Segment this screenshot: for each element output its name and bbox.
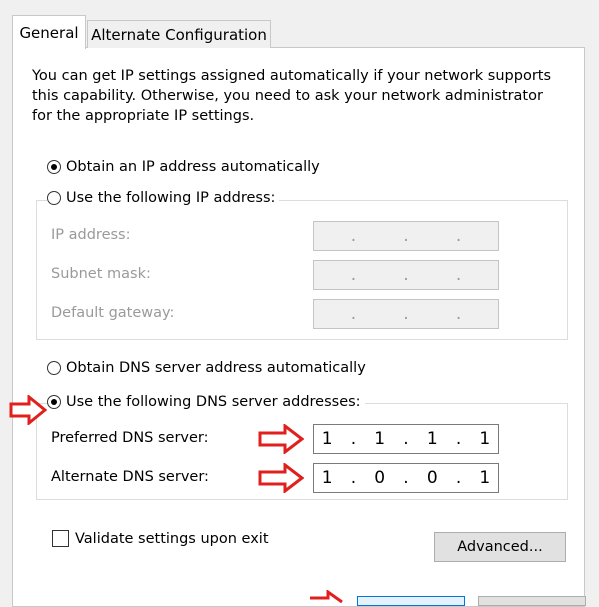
default-gateway-input[interactable]: . . . — [313, 299, 499, 329]
octet-separator: . — [350, 468, 357, 488]
octet-separator: . — [455, 226, 462, 246]
advanced-button[interactable]: Advanced... — [434, 532, 566, 562]
description-text: You can get IP settings assigned automat… — [32, 68, 552, 124]
octet-separator: . — [455, 265, 462, 285]
annotation-arrow-icon — [258, 463, 304, 493]
radio-label: Obtain an IP address automatically — [66, 159, 320, 175]
octet: 1 — [321, 468, 333, 488]
octet: 0 — [426, 468, 438, 488]
octet-separator: . — [403, 265, 409, 285]
checkbox-indicator — [52, 530, 69, 547]
annotation-arrow-icon — [258, 424, 304, 454]
radio-label: Obtain DNS server address automatically — [66, 360, 366, 376]
tab-alternate-configuration[interactable]: Alternate Configuration — [87, 20, 271, 48]
annotation-arrow-icon — [9, 395, 47, 425]
alternate-dns-input[interactable]: 1. 0. 0. 1 — [313, 463, 499, 493]
octet: 1 — [426, 429, 438, 449]
validate-settings-checkbox[interactable]: Validate settings upon exit — [52, 530, 269, 547]
tab-general[interactable]: General — [12, 15, 86, 49]
octet-separator: . — [455, 304, 462, 324]
alternate-dns-label: Alternate DNS server: — [51, 469, 209, 485]
octet-separator: . — [455, 468, 462, 488]
radio-indicator — [47, 191, 61, 205]
preferred-dns-label: Preferred DNS server: — [51, 430, 209, 446]
ip-address-label: IP address: — [51, 227, 131, 243]
default-gateway-label: Default gateway: — [51, 305, 175, 321]
radio-label: Use the following DNS server addresses: — [66, 394, 361, 410]
cancel-button[interactable] — [478, 596, 586, 606]
octet-separator: . — [403, 429, 409, 449]
octet-separator: . — [350, 226, 357, 246]
radio-label: Use the following IP address: — [66, 190, 276, 206]
checkbox-label: Validate settings upon exit — [75, 530, 269, 547]
octet-separator: . — [350, 265, 357, 285]
radio-obtain-ip-auto[interactable]: Obtain an IP address automatically — [47, 159, 324, 175]
radio-obtain-dns-auto[interactable]: Obtain DNS server address automatically — [47, 360, 370, 376]
radio-indicator — [47, 395, 61, 409]
radio-indicator — [47, 361, 61, 375]
octet: 1 — [374, 429, 386, 449]
preferred-dns-input[interactable]: 1. 1. 1. 1 — [313, 424, 499, 454]
ok-button[interactable] — [357, 596, 465, 606]
octet-separator: . — [350, 429, 357, 449]
octet-separator: . — [403, 304, 409, 324]
subnet-mask-label: Subnet mask: — [51, 266, 151, 282]
octet: 1 — [479, 468, 491, 488]
radio-indicator — [47, 160, 61, 174]
subnet-mask-input[interactable]: . . . — [313, 260, 499, 290]
octet-separator: . — [403, 226, 409, 246]
octet: 1 — [321, 429, 333, 449]
radio-use-following-dns[interactable]: Use the following DNS server addresses: — [47, 394, 365, 410]
octet-separator: . — [455, 429, 462, 449]
octet: 1 — [479, 429, 491, 449]
annotation-arrow-icon — [310, 590, 343, 604]
octet: 0 — [374, 468, 386, 488]
octet-separator: . — [350, 304, 357, 324]
ip-address-input[interactable]: . . . — [313, 221, 499, 251]
octet-separator: . — [403, 468, 409, 488]
radio-use-following-ip[interactable]: Use the following IP address: — [47, 190, 280, 206]
